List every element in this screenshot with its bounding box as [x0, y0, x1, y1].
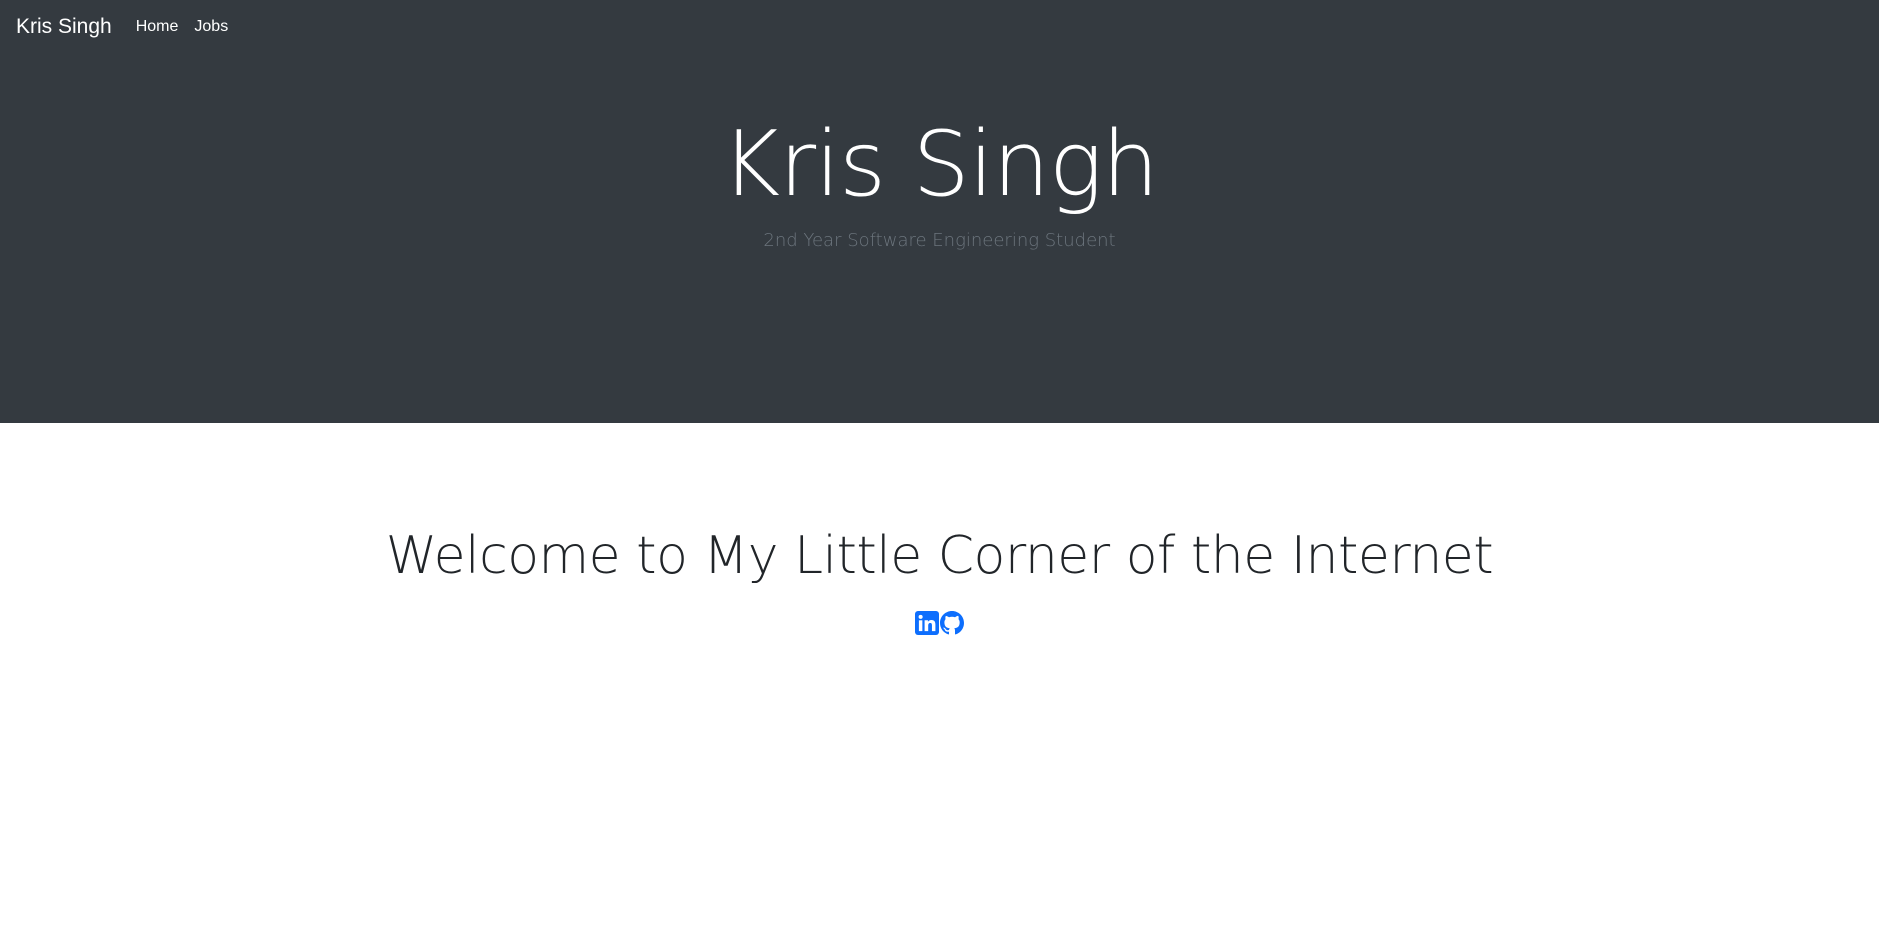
nav-link-jobs[interactable]: Jobs	[194, 18, 228, 36]
linkedin-icon	[915, 611, 939, 635]
welcome-heading: Welcome to My Little Corner of the Inter…	[385, 526, 1494, 586]
hero-section: Kris Singh Home Jobs Kris Singh 2nd Year…	[0, 0, 1879, 423]
hero-title: Kris Singh	[721, 112, 1159, 217]
navbar: Kris Singh Home Jobs	[0, 0, 244, 52]
social-links	[0, 611, 1879, 635]
nav-link-home[interactable]: Home	[136, 18, 179, 36]
hero-subtitle: 2nd Year Software Engineering Student	[763, 230, 1116, 251]
navbar-brand[interactable]: Kris Singh	[16, 15, 112, 39]
linkedin-link[interactable]	[915, 611, 939, 635]
github-link[interactable]	[940, 611, 964, 635]
github-icon	[940, 611, 964, 635]
